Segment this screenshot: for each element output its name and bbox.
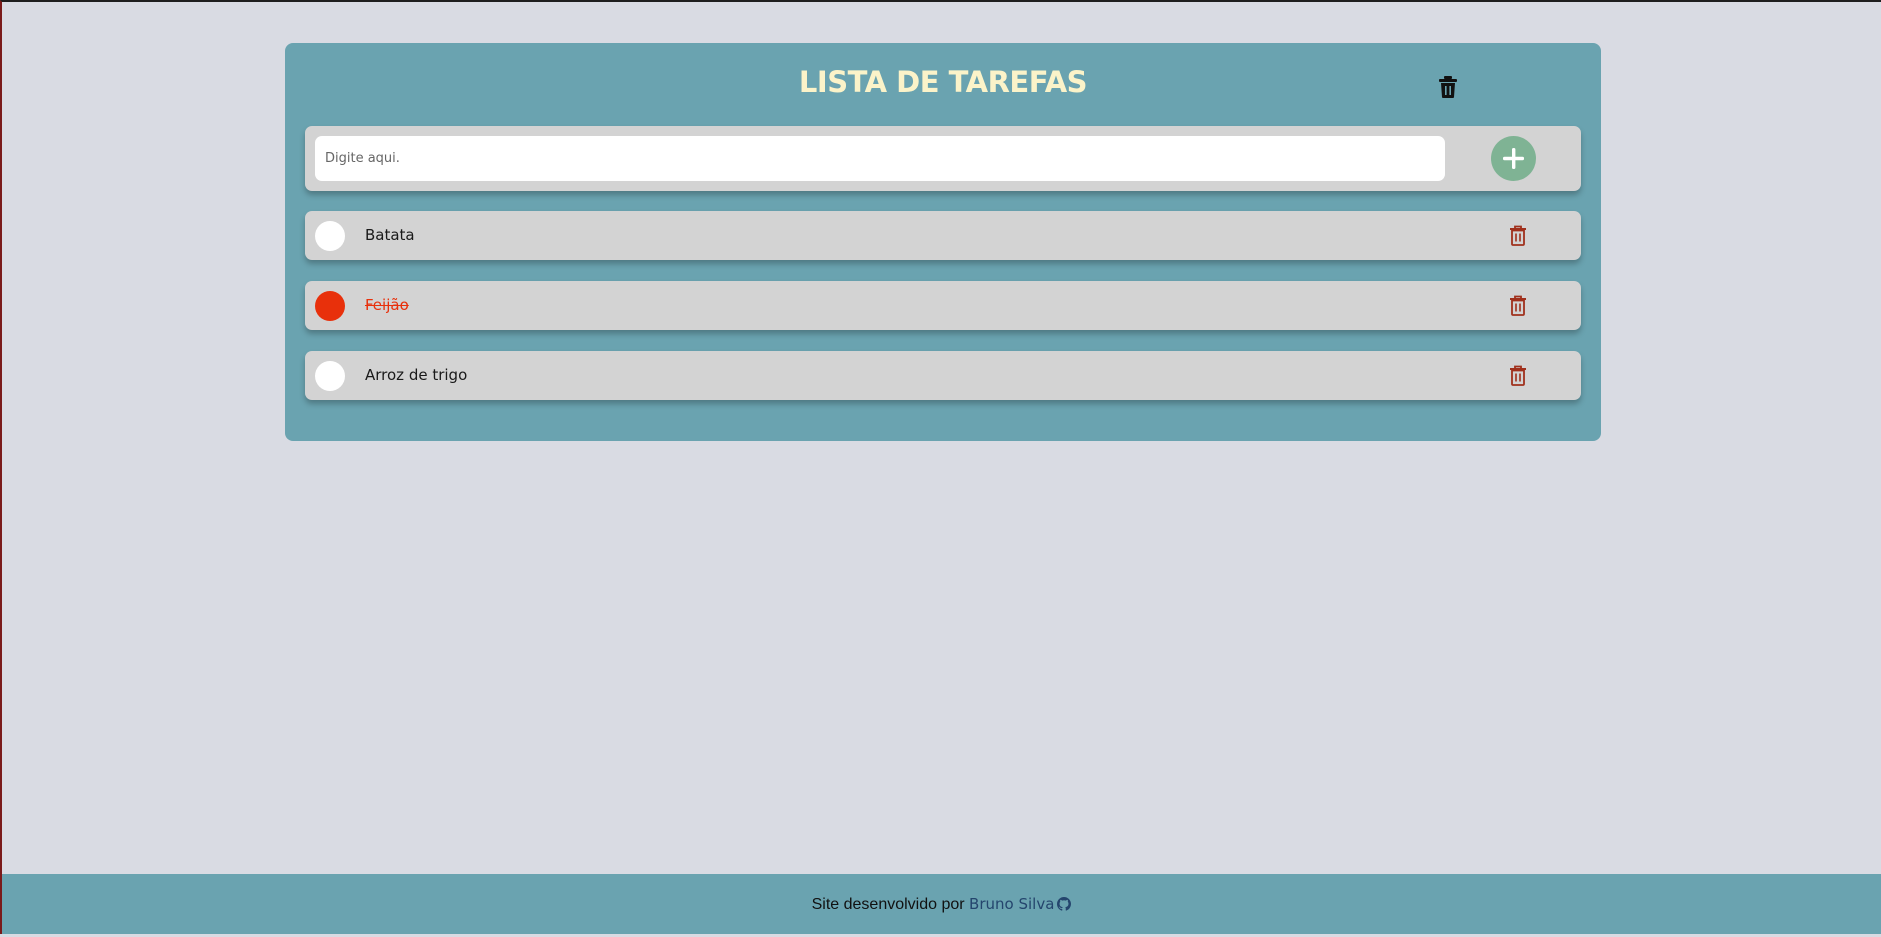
card-header: LISTA DE TAREFAS	[285, 43, 1601, 125]
trash-icon	[1439, 76, 1457, 98]
task-label: Feijão	[365, 296, 409, 314]
page-title: LISTA DE TAREFAS	[798, 65, 1088, 99]
task-item: Arroz de trigo	[305, 351, 1581, 400]
task-toggle[interactable]	[315, 291, 345, 321]
add-task-button[interactable]	[1491, 136, 1536, 181]
footer-text: Site desenvolvido por	[811, 896, 965, 913]
author-link[interactable]: Bruno Silva	[969, 895, 1054, 913]
task-item: Feijão	[305, 281, 1581, 330]
trash-outline-icon	[1510, 365, 1526, 386]
trash-outline-icon	[1510, 295, 1526, 316]
delete-task-button[interactable]	[1509, 365, 1527, 386]
task-item: Batata	[305, 211, 1581, 260]
task-toggle[interactable]	[315, 361, 345, 391]
delete-task-button[interactable]	[1509, 225, 1527, 246]
todo-card: LISTA DE TAREFAS Batata	[285, 43, 1601, 441]
footer: Site desenvolvido por Bruno Silva	[2, 874, 1881, 934]
task-label: Batata	[365, 226, 415, 244]
github-link[interactable]	[1057, 877, 1072, 937]
delete-task-button[interactable]	[1509, 295, 1527, 316]
task-toggle[interactable]	[315, 221, 345, 251]
new-task-row	[305, 126, 1581, 191]
github-icon	[1057, 897, 1072, 911]
clear-all-button[interactable]	[1437, 75, 1459, 99]
task-input[interactable]	[315, 136, 1445, 181]
task-label: Arroz de trigo	[365, 366, 468, 384]
trash-outline-icon	[1510, 225, 1526, 246]
plus-icon	[1503, 148, 1524, 169]
